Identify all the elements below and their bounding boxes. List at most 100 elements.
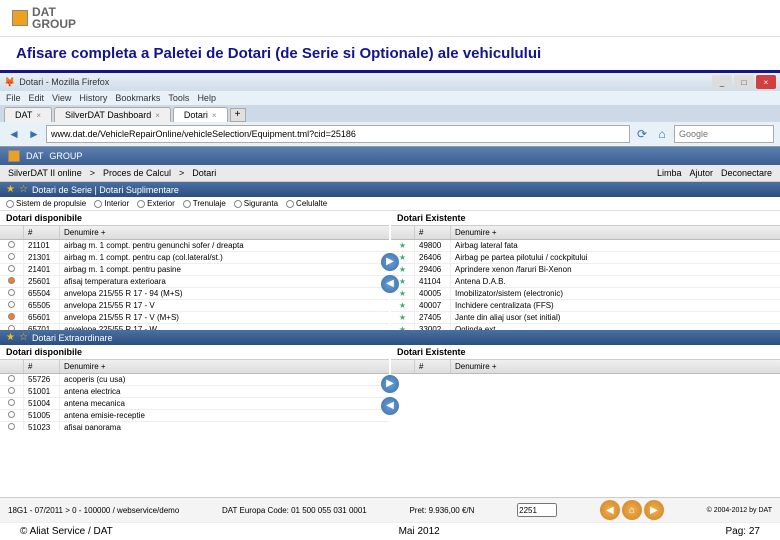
star-icon: ☆ bbox=[19, 332, 28, 343]
footer-center: Mai 2012 bbox=[399, 526, 440, 537]
list-row[interactable]: 65601anvelopa 215/55 R 17 - V (M+S) bbox=[0, 312, 389, 324]
app-footer: 18G1 - 07/2011 > 0 - 100000 / webservice… bbox=[0, 497, 780, 522]
minimize-button[interactable]: _ bbox=[712, 75, 732, 89]
list-row[interactable]: ★49800Airbag lateral fata bbox=[391, 240, 780, 252]
section2-right-panel: Dotari Existente # Denumire + bbox=[391, 345, 780, 430]
bc-dotari[interactable]: Dotari bbox=[192, 168, 216, 178]
window-buttons: _ □ × bbox=[712, 75, 776, 89]
menu-bar: File Edit View History Bookmarks Tools H… bbox=[0, 91, 780, 105]
list-row[interactable]: 65504anvelopa 215/55 R 17 - 94 (M+S) bbox=[0, 288, 389, 300]
filter-interior[interactable]: Interior bbox=[94, 199, 129, 208]
slide-footer: © Aliat Service / DAT Mai 2012 Pag: 27 bbox=[0, 522, 780, 540]
tab-dashboard[interactable]: SilverDAT Dashboard× bbox=[54, 107, 171, 122]
close-icon[interactable]: × bbox=[36, 111, 41, 120]
browser-chrome: 🦊 Dotari - Mozilla Firefox _ □ × File Ed… bbox=[0, 73, 780, 147]
filter-exterior[interactable]: Exterior bbox=[137, 199, 175, 208]
transfer-buttons: ▶ ◀ bbox=[381, 375, 399, 415]
list-header: # Denumire + bbox=[391, 360, 780, 374]
reload-button[interactable]: ⟳ bbox=[634, 126, 650, 142]
list-body[interactable]: ★49800Airbag lateral fata★26406Airbag pe… bbox=[391, 240, 780, 330]
star-icon: ★ bbox=[6, 184, 15, 195]
section1-panels: Dotari disponibile # Denumire + 21101air… bbox=[0, 211, 780, 330]
menu-edit[interactable]: Edit bbox=[29, 93, 45, 103]
list-row[interactable]: ★29406Aprindere xenon /faruri Bi-Xenon bbox=[391, 264, 780, 276]
close-icon[interactable]: × bbox=[212, 111, 217, 120]
filter-siguranta[interactable]: Siguranta bbox=[234, 199, 278, 208]
bc-proces[interactable]: Proces de Calcul bbox=[103, 168, 171, 178]
footer-price: Pret: 9.936,00 €/N bbox=[409, 506, 474, 515]
add-tab-button[interactable]: + bbox=[230, 108, 246, 122]
move-right-button[interactable]: ▶ bbox=[381, 375, 399, 393]
url-bar: ◄ ► ⟳ ⌂ bbox=[0, 122, 780, 146]
logo-icon bbox=[12, 10, 28, 26]
back-button[interactable]: ◄ bbox=[6, 126, 22, 142]
list-row[interactable]: 55726acoperis (cu usa) bbox=[0, 374, 389, 386]
list-row[interactable]: ★40007Inchidere centralizata (FFS) bbox=[391, 300, 780, 312]
footer-home-button[interactable]: ⌂ bbox=[622, 500, 642, 520]
list-body[interactable]: 55726acoperis (cu usa)51001antena electr… bbox=[0, 374, 389, 430]
panel-title: Dotari Existente bbox=[391, 211, 780, 226]
list-body[interactable] bbox=[391, 374, 780, 430]
menu-tools[interactable]: Tools bbox=[168, 93, 189, 103]
star-icon: ☆ bbox=[19, 184, 28, 195]
list-body[interactable]: 21101airbag m. 1 compt. pentru genunchi … bbox=[0, 240, 389, 330]
panel-title: Dotari disponibile bbox=[0, 211, 389, 226]
menu-bookmarks[interactable]: Bookmarks bbox=[115, 93, 160, 103]
menu-view[interactable]: View bbox=[52, 93, 71, 103]
menu-history[interactable]: History bbox=[79, 93, 107, 103]
url-input[interactable] bbox=[46, 125, 630, 143]
list-row[interactable]: 65505anvelopa 215/55 R 17 - V bbox=[0, 300, 389, 312]
tab-dotari[interactable]: Dotari× bbox=[173, 107, 228, 122]
footer-nav: ◀ ⌂ ▶ bbox=[600, 500, 664, 520]
filter-trenulaje[interactable]: Trenulaje bbox=[183, 199, 226, 208]
forward-button[interactable]: ► bbox=[26, 126, 42, 142]
bc-limba[interactable]: Limba bbox=[657, 168, 682, 178]
section1-header: ★ ☆ Dotari de Serie | Dotari Suplimentar… bbox=[0, 182, 780, 197]
list-row[interactable]: ★27405Jante din aliaj usor (set initial) bbox=[391, 312, 780, 324]
top-logo-bar: DAT GROUP bbox=[0, 0, 780, 37]
search-input[interactable] bbox=[674, 125, 774, 143]
filter-propulsie[interactable]: Sistem de propulsie bbox=[6, 199, 86, 208]
list-row[interactable]: 25601afisaj temperatura exterioara bbox=[0, 276, 389, 288]
menu-file[interactable]: File bbox=[6, 93, 21, 103]
list-row[interactable]: ★40005Imobilizator/sistem (electronic) bbox=[391, 288, 780, 300]
menu-help[interactable]: Help bbox=[197, 93, 216, 103]
list-row[interactable]: 21101airbag m. 1 compt. pentru genunchi … bbox=[0, 240, 389, 252]
list-row[interactable]: 51001antena electrica bbox=[0, 386, 389, 398]
list-row[interactable]: ★41104Antena D.A.B. bbox=[391, 276, 780, 288]
app-logo-icon bbox=[8, 150, 20, 162]
list-row[interactable]: 51023afisaj panorama bbox=[0, 422, 389, 430]
move-left-button[interactable]: ◀ bbox=[381, 397, 399, 415]
bc-ajutor[interactable]: Ajutor bbox=[689, 168, 713, 178]
close-icon[interactable]: × bbox=[155, 111, 160, 120]
list-header: # Denumire + bbox=[0, 226, 389, 240]
section2-header: ★ ☆ Dotari Extraordinare bbox=[0, 330, 780, 345]
filter-row: Sistem de propulsie Interior Exterior Tr… bbox=[0, 197, 780, 211]
list-row[interactable]: 21301airbag m. 1 compt. pentru cap (col.… bbox=[0, 252, 389, 264]
filter-celulalte[interactable]: Celulalte bbox=[286, 199, 327, 208]
footer-copyright: © 2004-2012 by DAT bbox=[707, 507, 772, 514]
footer-back-button[interactable]: ◀ bbox=[600, 500, 620, 520]
move-right-button[interactable]: ▶ bbox=[381, 253, 399, 271]
list-row[interactable]: ★26406Airbag pe partea pilotului / cockp… bbox=[391, 252, 780, 264]
move-left-button[interactable]: ◀ bbox=[381, 275, 399, 293]
maximize-button[interactable]: □ bbox=[734, 75, 754, 89]
list-row[interactable]: 65701anvelopa 225/55 R 17 - W bbox=[0, 324, 389, 330]
section1-left-panel: Dotari disponibile # Denumire + 21101air… bbox=[0, 211, 389, 330]
footer-info: 18G1 - 07/2011 > 0 - 100000 / webservice… bbox=[8, 506, 179, 515]
home-button[interactable]: ⌂ bbox=[654, 126, 670, 142]
firefox-icon: 🦊 bbox=[4, 77, 15, 88]
list-header: # Denumire + bbox=[0, 360, 389, 374]
tab-dat[interactable]: DAT× bbox=[4, 107, 52, 122]
bc-home[interactable]: SilverDAT II online bbox=[8, 168, 82, 178]
list-row[interactable]: 21401airbag m. 1 compt. pentru pasine bbox=[0, 264, 389, 276]
list-row[interactable]: 51005antena emisie-receptie bbox=[0, 410, 389, 422]
nav-field[interactable] bbox=[517, 503, 557, 517]
bc-deconectare[interactable]: Deconectare bbox=[721, 168, 772, 178]
close-button[interactable]: × bbox=[756, 75, 776, 89]
list-row[interactable]: 51004antena mecanica bbox=[0, 398, 389, 410]
list-row[interactable]: ★33002Oglinda ext bbox=[391, 324, 780, 330]
panel-title: Dotari Existente bbox=[391, 345, 780, 360]
list-header: # Denumire + bbox=[391, 226, 780, 240]
footer-fwd-button[interactable]: ▶ bbox=[644, 500, 664, 520]
